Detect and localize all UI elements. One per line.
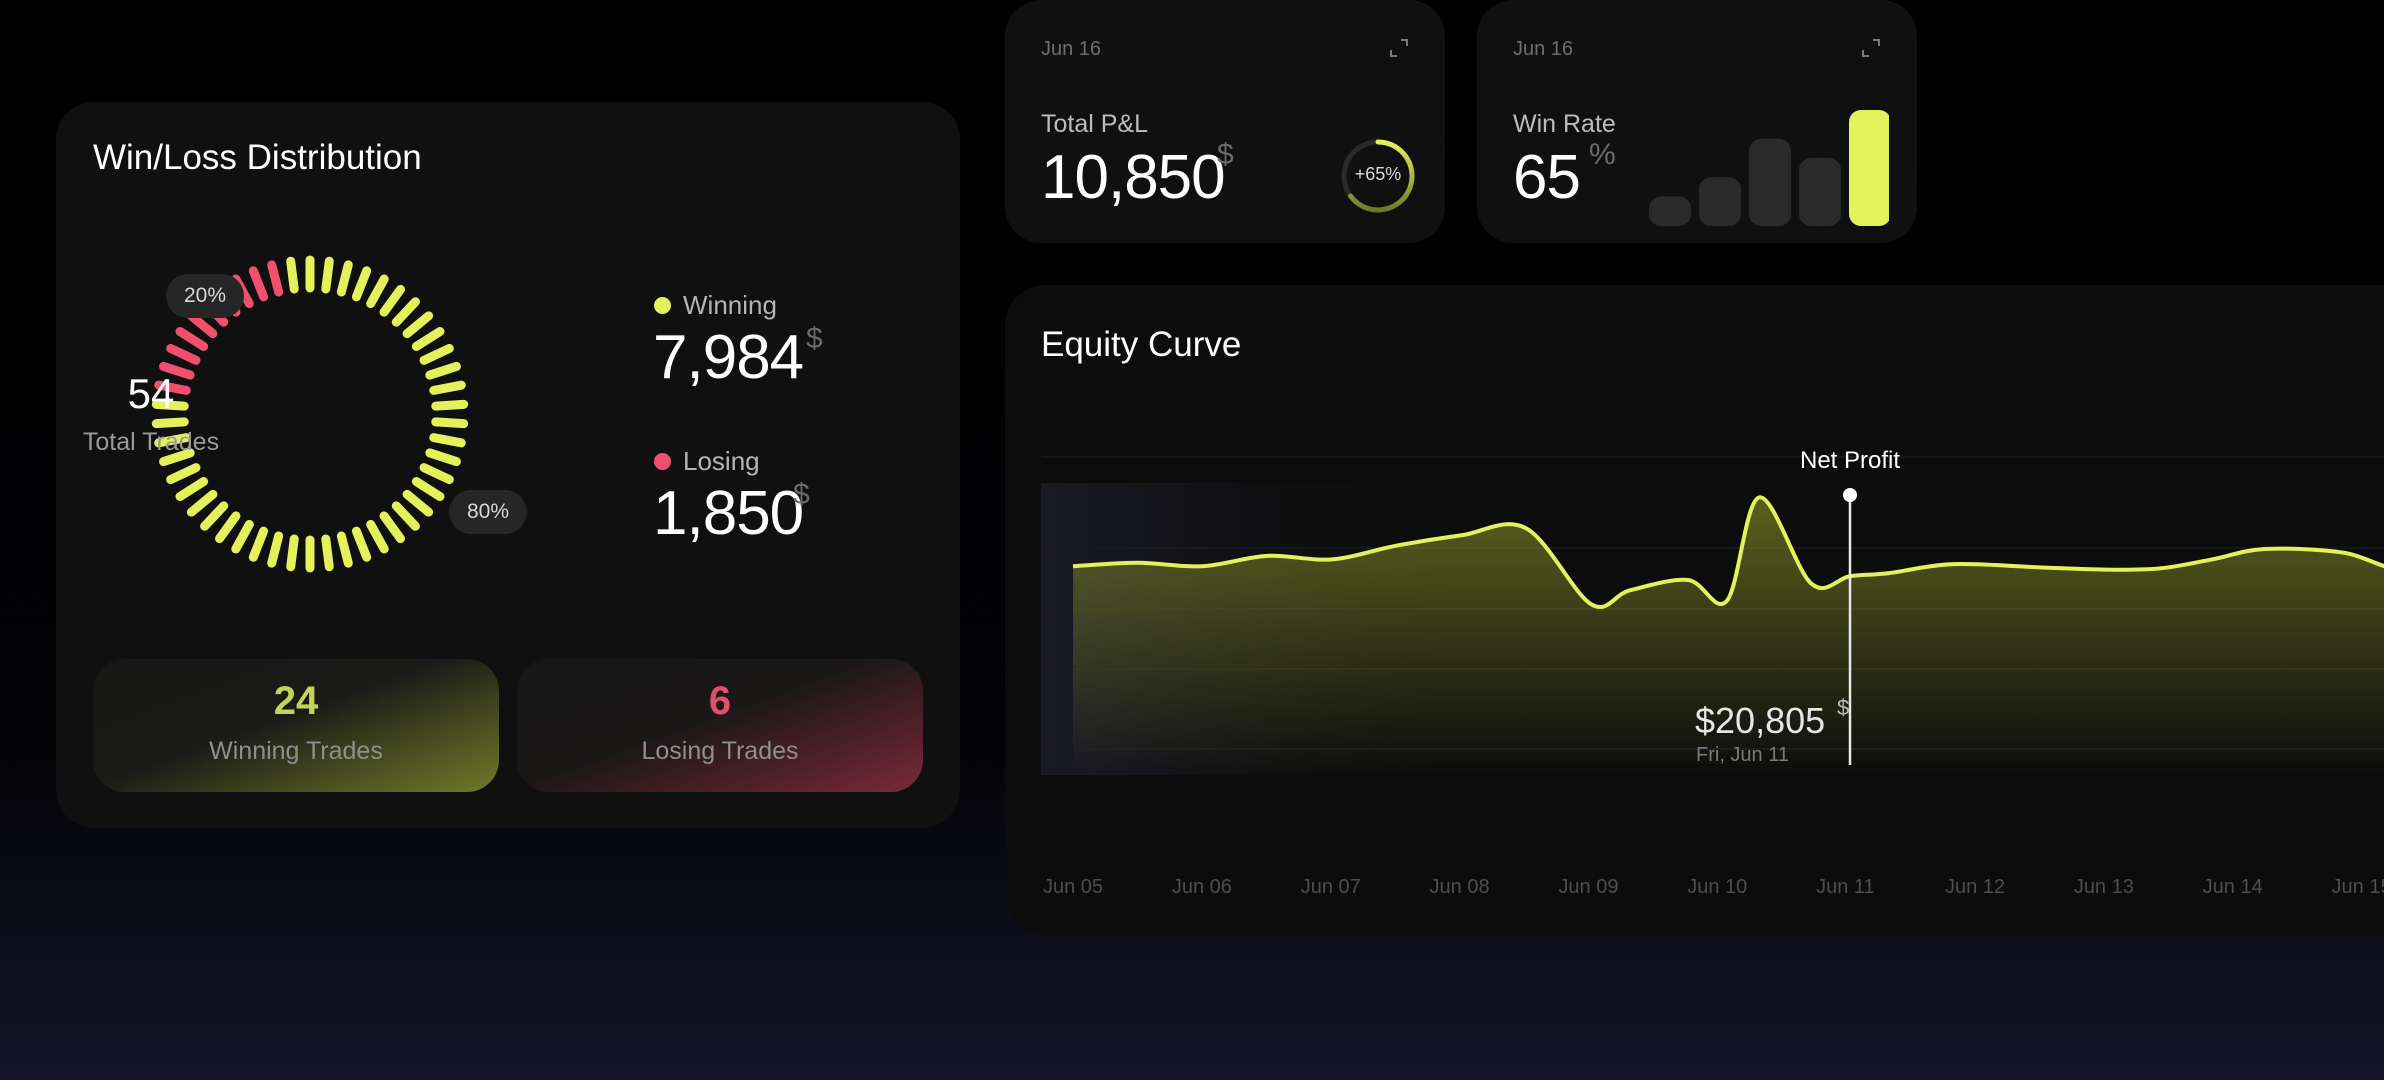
- pnl-unit: $: [1217, 138, 1234, 171]
- x-tick-label: Jun 11: [1816, 876, 1875, 898]
- losing-unit: $: [793, 478, 810, 511]
- x-tick-label: Jun 15: [2332, 876, 2384, 898]
- donut-segment-winning: [419, 463, 454, 485]
- winning-dot-icon: [654, 297, 671, 314]
- donut-segment-winning: [267, 531, 284, 568]
- net-profit-label: Net Profit: [1800, 447, 1900, 474]
- donut-segment-winning: [231, 519, 254, 554]
- donut-segment-winning: [419, 343, 454, 365]
- donut-segment-winning: [321, 534, 334, 572]
- winning-value: 7,984: [653, 323, 804, 392]
- pnl-ring-label: +65%: [1354, 164, 1402, 184]
- donut-segment-losing: [248, 266, 269, 302]
- x-tick-label: Jun 05: [1043, 876, 1103, 898]
- annotation-value: $20,805: [1695, 700, 1825, 741]
- winning-trades-tile[interactable]: 24 Winning Trades: [93, 659, 499, 792]
- donut-segment-winning: [336, 260, 353, 297]
- donut-segment-winning: [425, 448, 461, 467]
- donut-segment-losing: [175, 326, 209, 351]
- pnl-date: Jun 16: [1041, 38, 1102, 60]
- win-rate-bar: [1749, 138, 1791, 226]
- win-rate-bar-current: [1849, 110, 1889, 226]
- losing-trades-label: Losing Trades: [641, 737, 799, 765]
- card-title: Win/Loss Distribution: [93, 138, 422, 177]
- donut-segment-winning: [321, 256, 334, 294]
- net-profit-marker-dot: [1843, 488, 1857, 502]
- donut-segment-winning: [248, 526, 269, 562]
- total-pnl-card: Jun 16 Total P&L 10,850 $ +65%: [1005, 0, 1445, 243]
- donut-segment-winning: [186, 489, 218, 517]
- x-tick-label: Jun 14: [2203, 876, 2263, 898]
- winning-trades-count: 24: [273, 679, 319, 723]
- losing-label: Losing: [683, 446, 760, 476]
- winning-unit: $: [806, 322, 823, 355]
- x-tick-label: Jun 12: [1945, 876, 2005, 898]
- losing-percent-badge: 20%: [166, 274, 244, 318]
- card-title: Equity Curve: [1041, 325, 1242, 364]
- total-trades-label: Total Trades: [82, 428, 220, 456]
- losing-trades-count: 6: [708, 679, 732, 723]
- donut-segment-winning: [402, 489, 434, 517]
- donut-segment-winning: [429, 433, 466, 448]
- losing-trades-tile[interactable]: 6 Losing Trades: [517, 659, 923, 792]
- donut-segment-winning: [336, 531, 353, 568]
- winning-percent-badge: 80%: [449, 490, 527, 534]
- annotation-unit: $: [1837, 695, 1849, 720]
- donut-segment-winning: [402, 311, 434, 339]
- donut-segment-winning: [411, 477, 445, 502]
- donut-segment-winning: [391, 297, 420, 327]
- donut-segment-losing: [267, 260, 284, 297]
- winrate-value: 65: [1513, 143, 1581, 212]
- win-rate-bar: [1699, 177, 1741, 226]
- x-tick-label: Jun 08: [1430, 876, 1490, 898]
- x-tick-label: Jun 10: [1687, 876, 1747, 898]
- pnl-label: Total P&L: [1041, 110, 1149, 138]
- donut-segment-winning: [151, 417, 189, 429]
- donut-segment-winning: [391, 501, 420, 531]
- donut-segment-winning: [366, 519, 389, 554]
- win-loss-card: Win/Loss Distribution 20% 80% 54 Total T…: [56, 102, 960, 828]
- expand-icon[interactable]: [1861, 38, 1881, 58]
- x-tick-label: Jun 06: [1172, 876, 1232, 898]
- winrate-date: Jun 16: [1513, 38, 1574, 60]
- donut-segment-winning: [431, 399, 469, 411]
- donut-segment-losing: [186, 311, 218, 339]
- losing-value: 1,850: [653, 479, 804, 548]
- equity-curve-card: Equity Curve Net Profit $20,805 $ Fri, Jun …: [1005, 285, 2384, 935]
- x-tick-label: Jun 07: [1301, 876, 1361, 898]
- donut-segment-winning: [425, 361, 461, 380]
- losing-dot-icon: [654, 453, 671, 470]
- donut-segment-winning: [214, 511, 241, 544]
- equity-curve-chart[interactable]: Net Profit $20,805 $ Fri, Jun 11 Jun 05 Jun 0…: [1041, 425, 2384, 905]
- donut-segment-winning: [200, 501, 229, 531]
- winrate-label: Win Rate: [1513, 110, 1616, 138]
- donut-segment-winning: [431, 417, 469, 429]
- win-rate-bar: [1649, 196, 1691, 226]
- win-rate-card: Jun 16 Win Rate 65 %: [1477, 0, 1917, 243]
- win-rate-bar: [1799, 158, 1841, 226]
- annotation-date: Fri, Jun 11: [1696, 744, 1789, 766]
- x-tick-label: Jun 09: [1558, 876, 1618, 898]
- expand-icon[interactable]: [1389, 38, 1409, 58]
- winrate-unit: %: [1589, 138, 1616, 171]
- donut-segment-winning: [286, 256, 299, 294]
- x-tick-label: Jun 13: [2074, 876, 2134, 898]
- total-trades-value: 54: [127, 370, 175, 417]
- donut-segment-winning: [351, 526, 372, 562]
- donut-segment-winning: [429, 380, 466, 395]
- donut-segment-losing: [166, 343, 201, 365]
- donut-segment-winning: [166, 463, 201, 485]
- winning-label: Winning: [683, 290, 777, 320]
- donut-segment-winning: [379, 284, 406, 317]
- donut-segment-winning: [286, 534, 299, 572]
- donut-segment-winning: [366, 274, 389, 309]
- winning-trades-label: Winning Trades: [209, 737, 383, 765]
- donut-segment-winning: [379, 511, 406, 544]
- donut-segment-winning: [351, 266, 372, 302]
- donut-segment-winning: [411, 326, 445, 351]
- win-rate-bars: [1649, 110, 1889, 226]
- donut-segment-winning: [175, 477, 209, 502]
- pnl-value: 10,850: [1041, 143, 1226, 212]
